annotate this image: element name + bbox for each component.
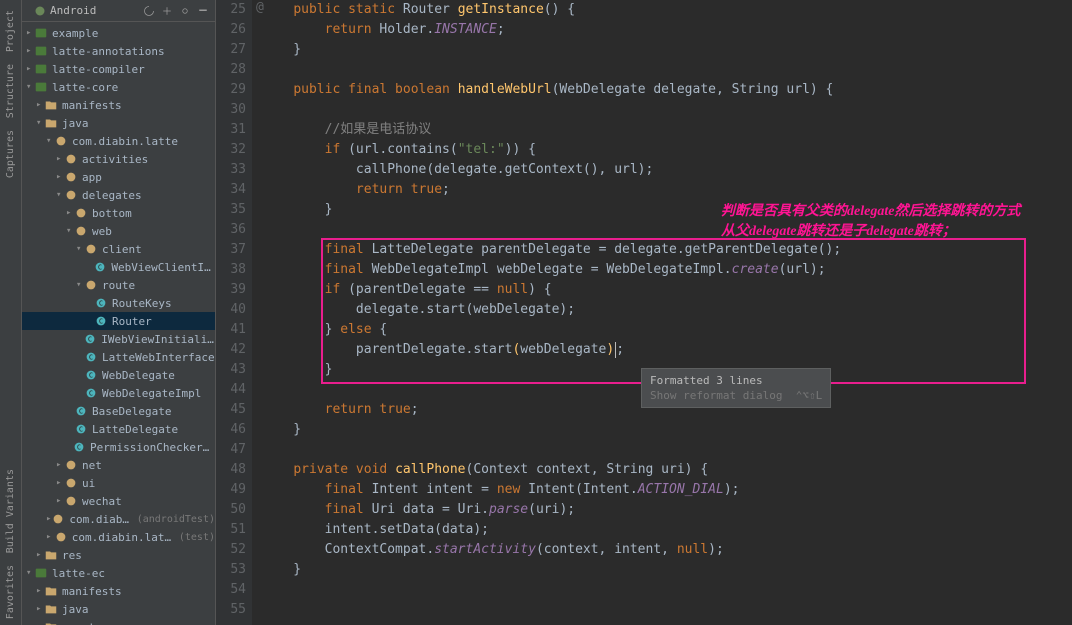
project-panel-header: Android — [22, 0, 215, 22]
code-line-42[interactable]: parentDelegate.start(webDelegate); — [262, 340, 1072, 360]
tree-item-latte-ec[interactable]: ▾latte-ec — [22, 564, 215, 582]
svg-text:C: C — [89, 354, 93, 362]
tree-item-manifests[interactable]: ▸manifests — [22, 96, 215, 114]
annotation-line-2: 从父delegate跳转还是子delegate跳转； — [721, 220, 956, 240]
hint-line-1: Formatted 3 lines — [650, 373, 822, 388]
svg-text:C: C — [79, 426, 83, 434]
tree-item-net[interactable]: ▸net — [22, 456, 215, 474]
tree-item-latte-core[interactable]: ▾latte-core — [22, 78, 215, 96]
code-line-41[interactable]: } else { — [262, 320, 1072, 340]
collapse-icon[interactable] — [161, 5, 173, 17]
hint-shortcut: ⌃⌥⇧L — [796, 389, 823, 402]
reformat-hint-popup[interactable]: Formatted 3 lines Show reformat dialog ⌃… — [641, 368, 831, 408]
code-line-49[interactable]: final Intent intent = new Intent(Intent.… — [262, 480, 1072, 500]
code-line-38[interactable]: final WebDelegateImpl webDelegate = WebD… — [262, 260, 1072, 280]
code-editor[interactable]: 2526272829303132333435363738394041424344… — [216, 0, 1072, 625]
code-area[interactable]: @ public static Router getInstance() { r… — [252, 0, 1072, 625]
tree-item-webdelegateimpl[interactable]: CWebDelegateImpl — [22, 384, 215, 402]
svg-text:C: C — [89, 390, 93, 398]
tree-item-routekeys[interactable]: CRouteKeys — [22, 294, 215, 312]
android-icon — [34, 5, 46, 17]
tree-item-permissioncheckerdelegate[interactable]: CPermissionCheckerDelegate — [22, 438, 215, 456]
code-line-48[interactable]: private void callPhone(Context context, … — [262, 460, 1072, 480]
tree-item-ui[interactable]: ▸ui — [22, 474, 215, 492]
code-line-54[interactable] — [262, 580, 1072, 600]
tree-item-web[interactable]: ▾web — [22, 222, 215, 240]
panel-title: Android — [50, 4, 96, 17]
code-line-37[interactable]: final LatteDelegate parentDelegate = del… — [262, 240, 1072, 260]
tree-item-com-diabin-latte[interactable]: ▸com.diabin.latte(androidTest) — [22, 510, 215, 528]
code-line-47[interactable] — [262, 440, 1072, 460]
tree-item-webdelegate[interactable]: CWebDelegate — [22, 366, 215, 384]
svg-text:C: C — [79, 408, 83, 416]
line-number-gutter: 2526272829303132333435363738394041424344… — [216, 0, 252, 625]
code-line-25[interactable]: public static Router getInstance() { — [262, 0, 1072, 20]
code-line-50[interactable]: final Uri data = Uri.parse(uri); — [262, 500, 1072, 520]
tree-item-latte-annotations[interactable]: ▸latte-annotations — [22, 42, 215, 60]
code-line-34[interactable]: return true; — [262, 180, 1072, 200]
svg-text:C: C — [77, 444, 81, 452]
gutter-at-icon: @ — [256, 0, 264, 15]
code-line-33[interactable]: callPhone(delegate.getContext(), url); — [262, 160, 1072, 180]
project-panel: Android ▸example▸latte-annotations▸latte… — [22, 0, 216, 625]
tree-item-delegates[interactable]: ▾delegates — [22, 186, 215, 204]
code-line-31[interactable]: //如果是电话协议 — [262, 120, 1072, 140]
tree-item-wechat[interactable]: ▸wechat — [22, 492, 215, 510]
code-line-26[interactable]: return Holder.INSTANCE; — [262, 20, 1072, 40]
project-tree[interactable]: ▸example▸latte-annotations▸latte-compile… — [22, 22, 215, 625]
tree-item-router[interactable]: CRouter — [22, 312, 215, 330]
svg-text:C: C — [99, 318, 103, 326]
build-variants-tab[interactable]: Build Variants — [3, 463, 18, 559]
svg-text:C: C — [99, 300, 103, 308]
code-line-40[interactable]: delegate.start(webDelegate); — [262, 300, 1072, 320]
tree-item-manifests[interactable]: ▸manifests — [22, 582, 215, 600]
svg-text:C: C — [88, 336, 92, 344]
code-line-55[interactable] — [262, 600, 1072, 620]
tree-item-app[interactable]: ▸app — [22, 168, 215, 186]
left-tool-gutter: Project Structure Captures Build Variant… — [0, 0, 22, 625]
captures-tab[interactable]: Captures — [3, 124, 18, 184]
svg-text:C: C — [89, 372, 93, 380]
sync-icon[interactable] — [143, 5, 155, 17]
code-line-53[interactable]: } — [262, 560, 1072, 580]
hint-line-2[interactable]: Show reformat dialog — [650, 389, 782, 402]
tree-item-bottom[interactable]: ▸bottom — [22, 204, 215, 222]
tree-item-example[interactable]: ▸example — [22, 24, 215, 42]
project-tab[interactable]: Project — [3, 4, 18, 58]
tree-item-java[interactable]: ▾java — [22, 114, 215, 132]
tree-item-webviewclientimpl[interactable]: CWebViewClientImpl — [22, 258, 215, 276]
code-line-32[interactable]: if (url.contains("tel:")) { — [262, 140, 1072, 160]
code-line-51[interactable]: intent.setData(data); — [262, 520, 1072, 540]
code-line-28[interactable] — [262, 60, 1072, 80]
tree-item-assets[interactable]: ▸assets — [22, 618, 215, 625]
tree-item-basedelegate[interactable]: CBaseDelegate — [22, 402, 215, 420]
tree-item-res[interactable]: ▸res — [22, 546, 215, 564]
code-line-52[interactable]: ContextCompat.startActivity(context, int… — [262, 540, 1072, 560]
gear-icon[interactable] — [179, 5, 191, 17]
tree-item-activities[interactable]: ▸activities — [22, 150, 215, 168]
tree-item-lattedelegate[interactable]: CLatteDelegate — [22, 420, 215, 438]
tree-item-latte-compiler[interactable]: ▸latte-compiler — [22, 60, 215, 78]
code-line-30[interactable] — [262, 100, 1072, 120]
hide-icon[interactable] — [197, 5, 209, 17]
svg-text:C: C — [98, 264, 102, 272]
tree-item-route[interactable]: ▾route — [22, 276, 215, 294]
tree-item-com-diabin-latte[interactable]: ▾com.diabin.latte — [22, 132, 215, 150]
tree-item-java[interactable]: ▸java — [22, 600, 215, 618]
tree-item-com-diabin-latte[interactable]: ▸com.diabin.latte(test) — [22, 528, 215, 546]
code-line-39[interactable]: if (parentDelegate == null) { — [262, 280, 1072, 300]
favorites-tab[interactable]: Favorites — [3, 559, 18, 625]
tree-item-lattewebinterface[interactable]: CLatteWebInterface — [22, 348, 215, 366]
tree-item-iwebviewinitializer[interactable]: CIWebViewInitializer — [22, 330, 215, 348]
structure-tab[interactable]: Structure — [3, 58, 18, 124]
code-line-29[interactable]: public final boolean handleWebUrl(WebDel… — [262, 80, 1072, 100]
code-line-27[interactable]: } — [262, 40, 1072, 60]
tree-item-client[interactable]: ▾client — [22, 240, 215, 258]
annotation-line-1: 判断是否具有父类的delegate然后选择跳转的方式 — [721, 200, 1020, 220]
code-line-46[interactable]: } — [262, 420, 1072, 440]
